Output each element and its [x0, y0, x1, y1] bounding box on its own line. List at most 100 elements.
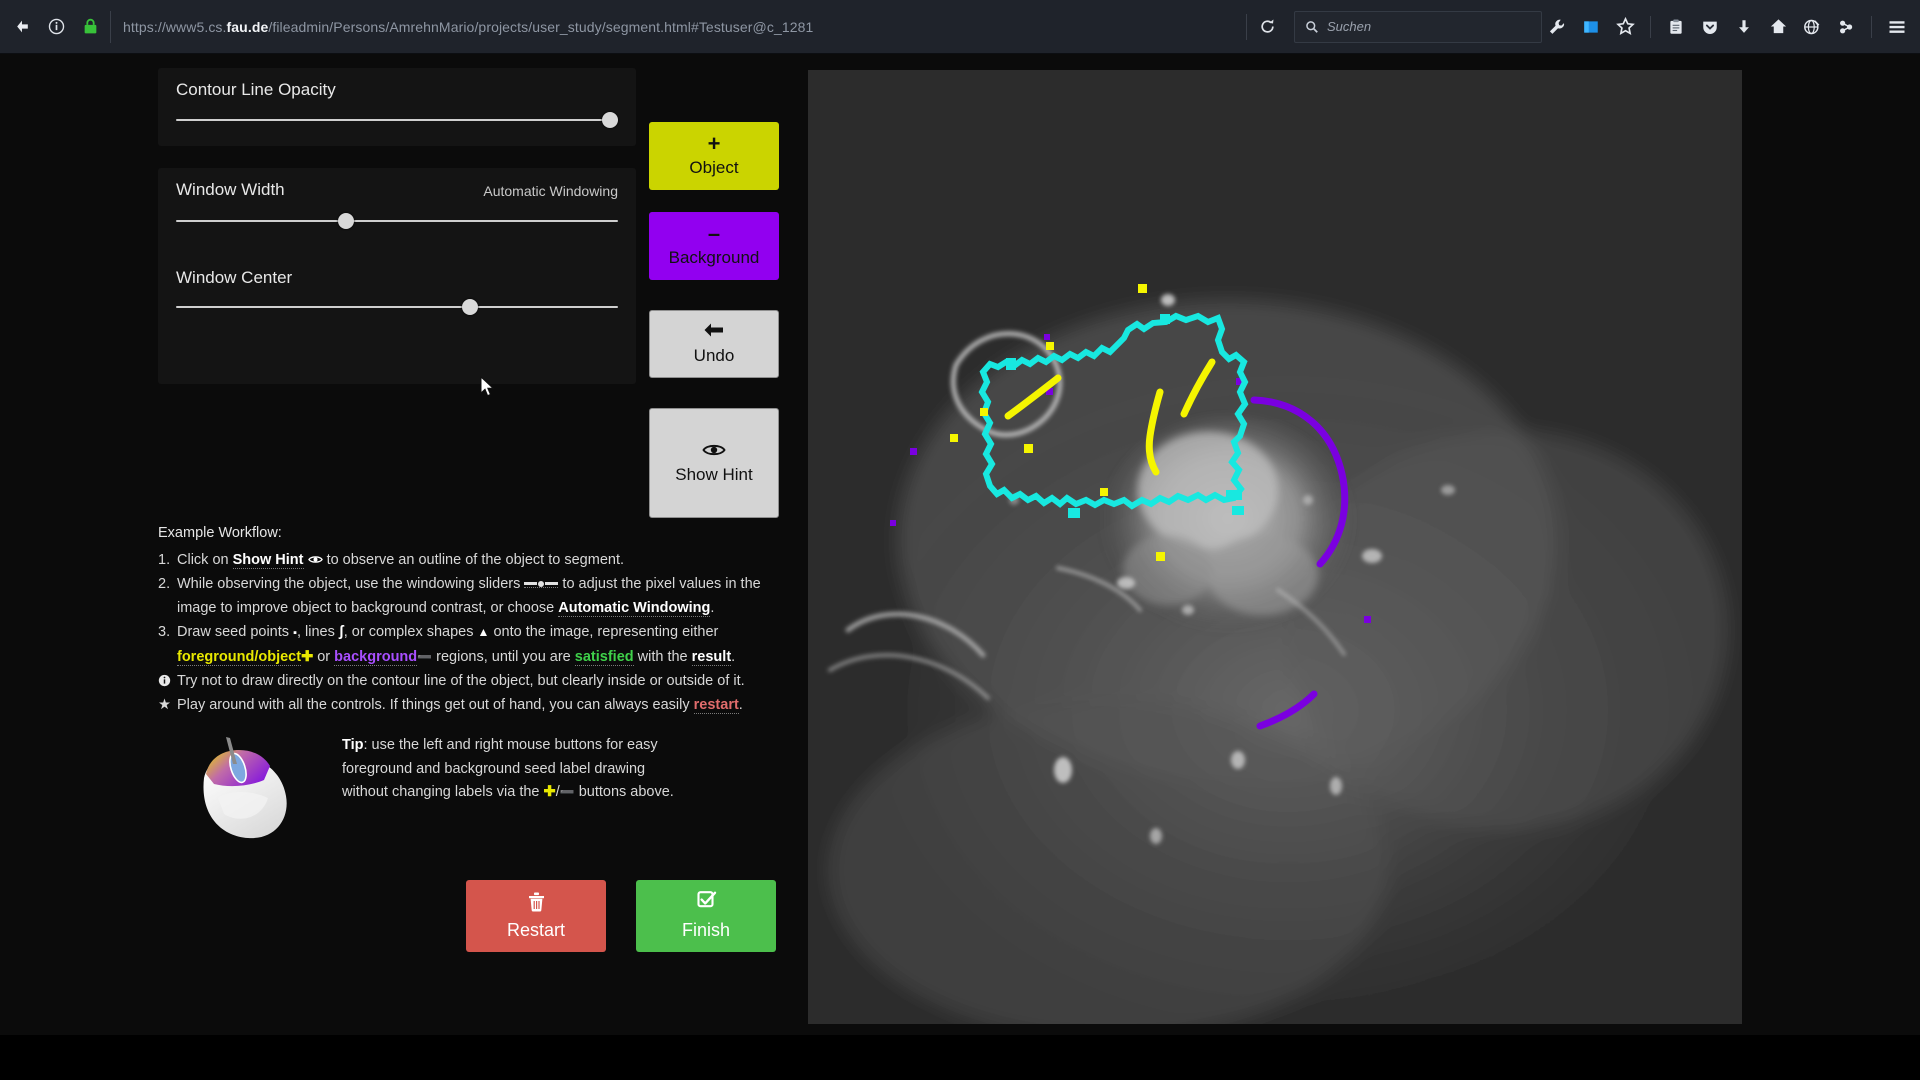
example-workflow: Example Workflow: 1. Click on Show Hint … [158, 522, 798, 717]
finish-button[interactable]: Finish [636, 880, 776, 952]
workflow-step-1-showhint: Show Hint [232, 551, 304, 569]
workflow-step-1: 1. Click on Show Hint to observe an outl… [158, 549, 798, 573]
workflow-foreground-word: foreground/object [177, 648, 302, 666]
tip-c: without changing labels via the [342, 784, 544, 800]
contour-opacity-slider[interactable] [176, 119, 618, 121]
left-arrow-icon [702, 321, 726, 343]
add-background-button[interactable]: – Background [649, 212, 779, 280]
workflow-title: Example Workflow: [158, 525, 282, 541]
foreground-plus-icon: ✚ [301, 648, 314, 665]
tip-d: buttons above. [574, 784, 674, 800]
workflow-step-3: 3. Draw seed points ▪, lines ʃ, or compl… [158, 621, 798, 669]
restart-label: Restart [506, 920, 566, 940]
add-object-button[interactable]: + Object [649, 122, 779, 190]
plus-icon: + [707, 131, 721, 156]
slider-inline-icon [524, 580, 559, 588]
toolbar-divider-2 [1871, 15, 1872, 38]
hamburger-menu-icon[interactable] [1882, 12, 1912, 42]
show-hint-label: Show Hint [675, 465, 753, 484]
window-width-slider[interactable] [176, 220, 618, 222]
workflow-result-word: result [691, 648, 732, 666]
workflow-step-2-autowindow: Automatic Windowing [558, 599, 711, 617]
lock-icon[interactable] [78, 15, 102, 39]
workflow-background-word: background [334, 648, 418, 666]
back-arrow-icon[interactable] [10, 15, 34, 39]
workflow-step-3-c: , or complex shapes [343, 624, 478, 640]
bottom-black-bar [0, 1035, 1920, 1080]
show-hint-button[interactable]: Show Hint [649, 408, 779, 518]
workflow-step-2-e: . [710, 599, 715, 616]
mouse-illustration-icon [203, 737, 287, 839]
window-width-label: Window Width [176, 180, 285, 199]
tip-minus-icon: ➖ [559, 785, 575, 799]
search-icon [1306, 20, 1318, 33]
workflow-note-info: Try not to draw directly on the contour … [158, 670, 798, 694]
window-center-slider[interactable] [176, 306, 618, 308]
browser-nav-icons [0, 15, 102, 39]
workflow-step-1-a: Click on [177, 551, 233, 568]
workflow-step-3-number: 3. [158, 624, 171, 640]
tip-text: Tip: use the left and right mouse button… [342, 734, 742, 805]
finish-label: Finish [681, 920, 730, 940]
browser-toolbar-icons [1542, 12, 1920, 42]
workflow-step-1-number: 1. [158, 551, 171, 568]
undo-button[interactable]: Undo [649, 310, 779, 378]
sidebar-icon[interactable] [1576, 12, 1606, 42]
home-icon[interactable] [1763, 12, 1793, 42]
browser-toolbar: https://www5.cs.fau.de/fileadmin/Persons… [0, 0, 1920, 54]
page-content: Contour Line Opacity Window Width Automa… [0, 54, 1920, 1035]
workflow-restart-word: restart [693, 696, 739, 714]
contour-opacity-thumb[interactable] [602, 112, 618, 128]
info-circle-icon [158, 672, 171, 696]
workflow-step-1-c: to observe an outline of the object to s… [326, 551, 625, 568]
add-background-label: Background [668, 248, 760, 267]
workflow-step-3-d: onto the image, representing either [489, 624, 719, 640]
tip-plus-icon: ✚ [543, 784, 556, 800]
search-input[interactable]: Suchen [1327, 19, 1371, 34]
tip-b: foreground and background seed label dra… [342, 760, 646, 777]
download-icon[interactable] [1729, 12, 1759, 42]
workflow-satisfied-word: satisfied [574, 648, 634, 666]
url-domain: fau.de [226, 18, 269, 35]
workflow-step-3-f: or [313, 648, 335, 665]
workflow-step-3-l: . [731, 648, 736, 665]
account-icon[interactable] [1831, 12, 1861, 42]
window-center-thumb[interactable] [462, 299, 478, 315]
workflow-step-3-h: regions, until you are [432, 648, 575, 665]
control-panel: Contour Line Opacity Window Width Automa… [0, 54, 808, 1035]
tip-a: : use the left and right mouse buttons f… [363, 737, 658, 753]
star-bullet-icon: ★ [158, 696, 171, 713]
search-bar[interactable]: Suchen [1294, 10, 1542, 43]
minus-icon: – [707, 221, 721, 246]
reload-button[interactable] [1246, 13, 1288, 40]
workflow-step-2-number: 2. [158, 576, 171, 592]
contour-opacity-card: Contour Line Opacity [158, 68, 636, 146]
add-object-label: Object [689, 158, 739, 177]
tip-label: Tip [342, 737, 364, 753]
contour-opacity-label: Contour Line Opacity [176, 80, 336, 99]
trash-icon [527, 891, 546, 917]
workflow-note-star: ★ Play around with all the controls. If … [158, 694, 798, 718]
workflow-note-d: . [738, 696, 743, 713]
globe-icon[interactable] [1797, 12, 1827, 42]
workflow-step-2-b: to adjust the pixel values in the [558, 576, 761, 592]
medical-image-segmentation-canvas[interactable] [808, 70, 1742, 1024]
url-path: /fileadmin/Persons/AmrehnMario/projects/… [268, 18, 814, 35]
window-center-label: Window Center [176, 268, 293, 287]
star-icon[interactable] [1610, 12, 1640, 42]
workflow-note-a: Try not to draw directly on the contour … [177, 673, 745, 689]
check-square-icon [696, 891, 717, 917]
restart-button[interactable]: Restart [466, 880, 606, 952]
workflow-step-2-a: While observing the object, use the wind… [177, 576, 525, 592]
clipboard-icon[interactable] [1661, 12, 1691, 42]
automatic-windowing-button[interactable]: Automatic Windowing [483, 183, 618, 199]
workflow-step-2-c: image to improve object to background co… [177, 599, 559, 616]
url-prefix: https://www5.cs. [123, 18, 227, 35]
window-width-thumb[interactable] [338, 213, 354, 229]
workflow-step-3-j: with the [633, 648, 692, 665]
info-icon[interactable] [44, 15, 68, 39]
pocket-icon[interactable] [1695, 12, 1725, 42]
wrench-icon[interactable] [1542, 12, 1572, 42]
background-minus-icon: ➖ [417, 649, 433, 664]
url-bar[interactable]: https://www5.cs.fau.de/fileadmin/Persons… [110, 10, 1240, 43]
